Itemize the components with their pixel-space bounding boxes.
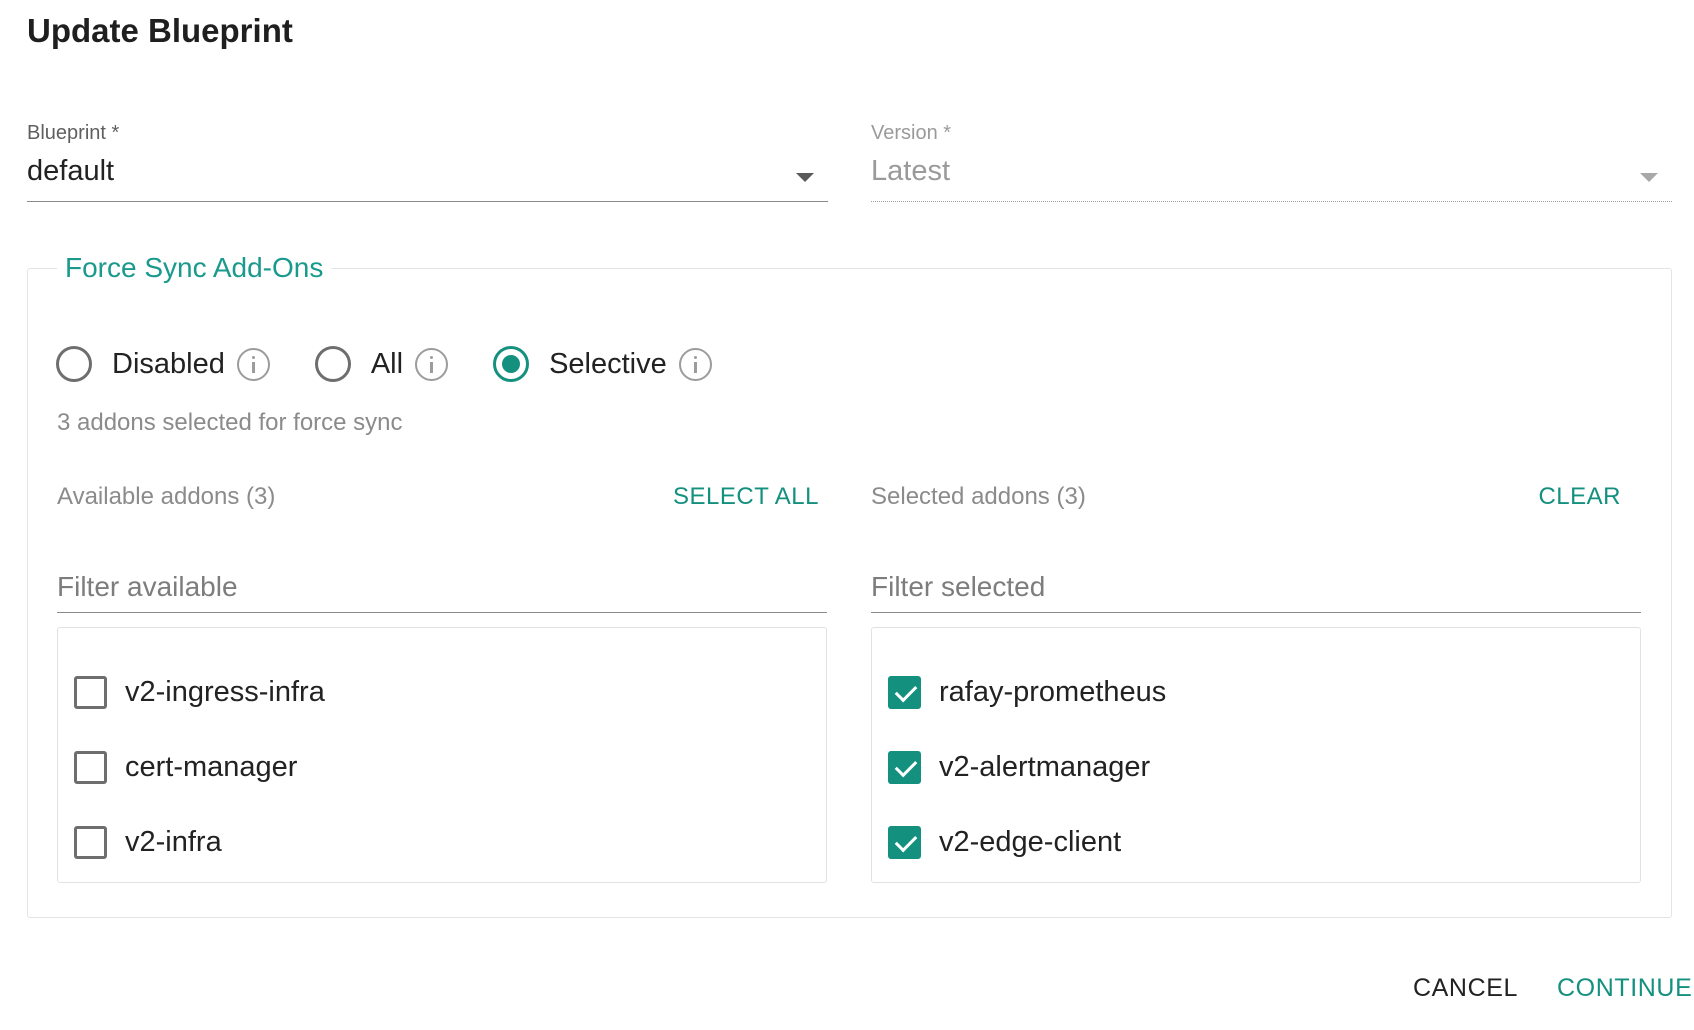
list-item[interactable]: v2-ingress-infra xyxy=(58,655,826,730)
version-label: Version * xyxy=(871,122,952,144)
radio-option-all[interactable]: All xyxy=(314,346,449,382)
filter-selected xyxy=(871,565,1641,613)
list-item[interactable]: v2-alertmanager xyxy=(872,730,1640,805)
selected-addons-title: Selected addons (3) xyxy=(871,483,1086,510)
select-all-button[interactable]: SELECT ALL xyxy=(673,483,819,511)
available-addons-panel: Available addons (3) SELECT ALL v2-ingre… xyxy=(57,479,827,883)
update-blueprint-dialog: Update Blueprint Blueprint * default Ver… xyxy=(0,0,1694,1030)
info-icon[interactable] xyxy=(236,347,270,381)
available-addons-header: Available addons (3) SELECT ALL xyxy=(57,479,827,515)
blueprint-select[interactable]: Blueprint * default xyxy=(27,122,828,202)
addon-label: cert-manager xyxy=(125,751,298,783)
list-item[interactable]: rafay-prometheus xyxy=(872,655,1640,730)
available-addons-list: v2-ingress-infra cert-manager v2-infra xyxy=(57,627,827,883)
info-icon[interactable] xyxy=(415,347,449,381)
clear-button[interactable]: CLEAR xyxy=(1538,483,1621,511)
filter-available xyxy=(57,565,827,613)
force-sync-legend: Force Sync Add-Ons xyxy=(57,252,332,284)
filter-selected-input[interactable] xyxy=(871,565,1641,609)
addon-label: v2-edge-client xyxy=(939,826,1122,858)
force-sync-radio-group: Disabled All Selective xyxy=(56,342,757,386)
continue-button[interactable]: CONTINUE xyxy=(1557,974,1692,1003)
list-item[interactable]: v2-edge-client xyxy=(872,805,1640,880)
addon-label: v2-ingress-infra xyxy=(125,676,325,708)
version-value: Latest xyxy=(871,155,950,187)
addon-label: rafay-prometheus xyxy=(939,676,1167,708)
checkbox-checked[interactable] xyxy=(888,676,921,709)
available-addons-title: Available addons (3) xyxy=(57,483,276,510)
blueprint-underline xyxy=(27,201,828,202)
checkbox-checked[interactable] xyxy=(888,826,921,859)
addon-label: v2-infra xyxy=(125,826,222,858)
checkbox[interactable] xyxy=(74,826,107,859)
radio-label-selective: Selective xyxy=(549,347,667,380)
version-underline xyxy=(871,201,1672,202)
radio-disabled[interactable] xyxy=(56,346,92,382)
checkbox[interactable] xyxy=(74,676,107,709)
cancel-button[interactable]: CANCEL xyxy=(1413,974,1518,1003)
list-item[interactable]: v2-infra xyxy=(58,805,826,880)
selected-addons-panel: Selected addons (3) CLEAR rafay-promethe… xyxy=(871,479,1641,883)
radio-option-disabled[interactable]: Disabled xyxy=(56,346,270,382)
info-icon[interactable] xyxy=(678,347,712,381)
selected-addons-header: Selected addons (3) CLEAR xyxy=(871,479,1641,515)
caret-down-icon xyxy=(1640,173,1658,182)
addon-label: v2-alertmanager xyxy=(939,751,1151,783)
blueprint-value[interactable]: default xyxy=(27,155,828,188)
version-select: Version * Latest xyxy=(871,122,1672,202)
dialog-title: Update Blueprint xyxy=(27,12,293,49)
radio-label-disabled: Disabled xyxy=(112,347,225,380)
filter-available-input[interactable] xyxy=(57,565,827,609)
radio-selective[interactable] xyxy=(493,346,530,382)
blueprint-label: Blueprint * xyxy=(27,122,120,144)
force-sync-summary: 3 addons selected for force sync xyxy=(57,409,403,436)
radio-label-all: All xyxy=(370,347,404,380)
checkbox[interactable] xyxy=(74,751,107,784)
radio-all[interactable] xyxy=(314,346,351,382)
caret-down-icon[interactable] xyxy=(796,173,814,182)
selected-addons-list: rafay-prometheus v2-alertmanager v2-edge… xyxy=(871,627,1641,883)
force-sync-fieldset: Force Sync Add-Ons Disabled All Selectiv… xyxy=(27,252,1672,918)
list-item[interactable]: cert-manager xyxy=(58,730,826,805)
radio-option-selective[interactable]: Selective xyxy=(493,346,712,382)
checkbox-checked[interactable] xyxy=(888,751,921,784)
